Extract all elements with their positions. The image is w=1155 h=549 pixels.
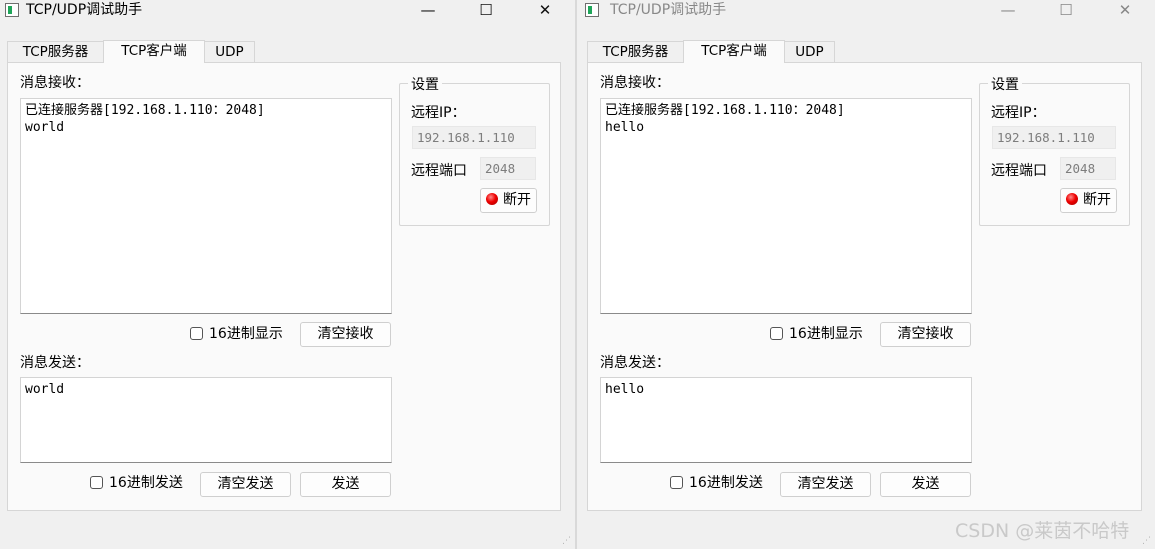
tab-tcp-client[interactable]: TCP客户端 bbox=[103, 40, 205, 63]
resize-grip-icon[interactable]: ⋰ bbox=[1142, 536, 1152, 546]
remote-port-field[interactable]: 2048 bbox=[480, 157, 536, 180]
tab-tcp-server[interactable]: TCP服务器 bbox=[7, 41, 104, 62]
send-textarea[interactable]: hello bbox=[600, 377, 972, 463]
remote-ip-field[interactable]: 192.168.1.110 bbox=[992, 126, 1116, 149]
settings-title: 设置 bbox=[408, 74, 442, 94]
checkbox-box[interactable] bbox=[190, 327, 203, 340]
clear-send-button[interactable]: 清空发送 bbox=[780, 472, 871, 497]
checkbox-box[interactable] bbox=[770, 327, 783, 340]
maximize-button[interactable]: ☐ bbox=[466, 0, 506, 22]
tab-udp[interactable]: UDP bbox=[784, 41, 835, 62]
receive-line: hello bbox=[605, 120, 645, 135]
send-button[interactable]: 发送 bbox=[880, 472, 971, 497]
status-led-icon bbox=[1066, 193, 1078, 205]
close-button[interactable]: ✕ bbox=[525, 0, 565, 22]
send-button[interactable]: 发送 bbox=[300, 472, 391, 497]
settings-title: 设置 bbox=[988, 74, 1022, 94]
receive-label: 消息接收： bbox=[20, 75, 90, 91]
tab-udp[interactable]: UDP bbox=[204, 41, 255, 62]
app-icon bbox=[585, 3, 599, 17]
maximize-button[interactable]: ☐ bbox=[1046, 0, 1086, 22]
receive-line: 已连接服务器[192.168.1.110：2048] bbox=[605, 103, 845, 118]
disconnect-button[interactable]: 断开 bbox=[480, 188, 537, 213]
tab-tcp-server[interactable]: TCP服务器 bbox=[587, 41, 684, 62]
tcp-client-pane: 消息接收： 已连接服务器[192.168.1.110：2048] hello 16… bbox=[587, 62, 1142, 511]
minimize-button[interactable]: — bbox=[408, 0, 448, 22]
hex-display-checkbox[interactable]: 16进制显示 bbox=[190, 325, 283, 343]
receive-label: 消息接收： bbox=[600, 75, 670, 91]
remote-port-label: 远程端口 bbox=[411, 163, 467, 179]
remote-port-label: 远程端口 bbox=[991, 163, 1047, 179]
hex-display-label: 16进制显示 bbox=[209, 326, 283, 342]
tcp-client-pane: 消息接收： 已连接服务器[192.168.1.110：2048] world 16… bbox=[7, 62, 561, 511]
disconnect-button[interactable]: 断开 bbox=[1060, 188, 1117, 213]
hex-display-label: 16进制显示 bbox=[789, 326, 863, 342]
disconnect-label: 断开 bbox=[503, 192, 531, 208]
watermark: CSDN @莱茵不哈特 bbox=[955, 520, 1130, 542]
debug-window-right: TCP/UDP调试助手 — ☐ ✕ TCP服务器 TCP客户端 UDP 消息接收… bbox=[577, 0, 1155, 549]
send-textarea[interactable]: world bbox=[20, 377, 392, 463]
settings-group: 设置 远程IP： 192.168.1.110 远程端口 2048 断开 bbox=[979, 74, 1130, 226]
send-label: 消息发送： bbox=[600, 355, 670, 371]
tab-tcp-client[interactable]: TCP客户端 bbox=[683, 40, 785, 63]
receive-textarea[interactable]: 已连接服务器[192.168.1.110：2048] hello bbox=[600, 98, 972, 314]
hex-send-checkbox[interactable]: 16进制发送 bbox=[670, 474, 763, 492]
clear-send-button[interactable]: 清空发送 bbox=[200, 472, 291, 497]
disconnect-label: 断开 bbox=[1083, 192, 1111, 208]
checkbox-box[interactable] bbox=[670, 476, 683, 489]
app-icon bbox=[5, 3, 19, 17]
remote-ip-field[interactable]: 192.168.1.110 bbox=[412, 126, 536, 149]
remote-port-field[interactable]: 2048 bbox=[1060, 157, 1116, 180]
send-label: 消息发送： bbox=[20, 355, 90, 371]
clear-receive-button[interactable]: 清空接收 bbox=[300, 322, 391, 347]
close-button[interactable]: ✕ bbox=[1105, 0, 1145, 22]
settings-group: 设置 远程IP： 192.168.1.110 远程端口 2048 断开 bbox=[399, 74, 550, 226]
status-led-icon bbox=[486, 193, 498, 205]
hex-display-checkbox[interactable]: 16进制显示 bbox=[770, 325, 863, 343]
clear-receive-button[interactable]: 清空接收 bbox=[880, 322, 971, 347]
receive-textarea[interactable]: 已连接服务器[192.168.1.110：2048] world bbox=[20, 98, 392, 314]
receive-line: world bbox=[25, 120, 65, 135]
minimize-button[interactable]: — bbox=[988, 0, 1028, 22]
hex-send-checkbox[interactable]: 16进制发送 bbox=[90, 474, 183, 492]
remote-ip-label: 远程IP： bbox=[991, 105, 1046, 121]
window-title: TCP/UDP调试助手 bbox=[610, 2, 727, 18]
receive-line: 已连接服务器[192.168.1.110：2048] bbox=[25, 103, 265, 118]
window-title: TCP/UDP调试助手 bbox=[26, 2, 143, 18]
remote-ip-label: 远程IP： bbox=[411, 105, 466, 121]
checkbox-box[interactable] bbox=[90, 476, 103, 489]
hex-send-label: 16进制发送 bbox=[689, 475, 763, 491]
debug-window-left: TCP/UDP调试助手 — ☐ ✕ TCP服务器 TCP客户端 UDP 消息接收… bbox=[0, 0, 575, 549]
hex-send-label: 16进制发送 bbox=[109, 475, 183, 491]
resize-grip-icon[interactable]: ⋰ bbox=[562, 536, 572, 546]
title-bar[interactable]: TCP/UDP调试助手 — ☐ ✕ bbox=[577, 0, 1155, 22]
title-bar[interactable]: TCP/UDP调试助手 — ☐ ✕ bbox=[0, 0, 575, 22]
